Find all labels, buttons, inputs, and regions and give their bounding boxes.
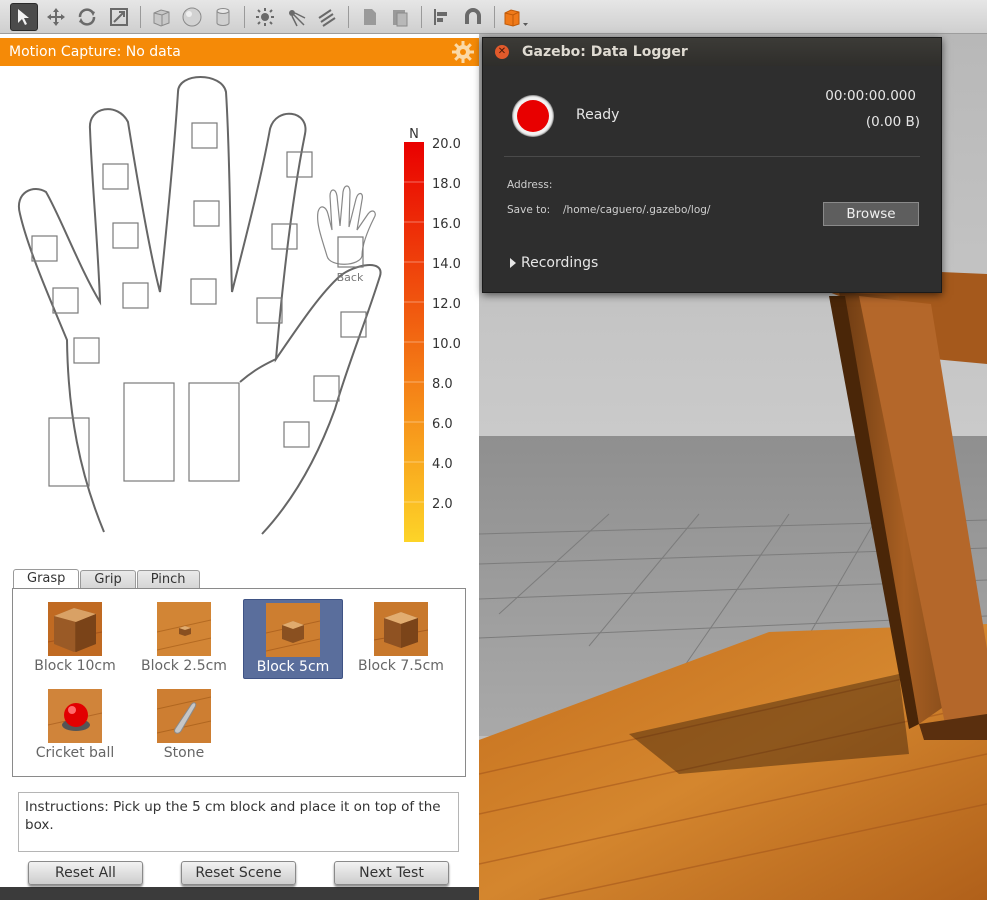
- dialog-title: Gazebo: Data Logger: [522, 44, 688, 60]
- object-label: Stone: [163, 745, 205, 761]
- elapsed-time: 00:00:00.000: [825, 88, 916, 104]
- address-label: Address:: [507, 179, 553, 191]
- object-label: Block 7.5cm: [358, 658, 444, 674]
- object-block-2-5cm[interactable]: Block 2.5cm: [134, 599, 234, 679]
- object-block-7-5cm[interactable]: Block 7.5cm: [351, 599, 451, 679]
- logger-status: Ready: [576, 107, 620, 123]
- block-thumbnail: [266, 603, 320, 657]
- close-icon[interactable]: ✕: [495, 45, 509, 59]
- box-icon[interactable]: [147, 3, 175, 31]
- reset-all-button[interactable]: Reset All: [28, 861, 143, 885]
- scale-tick-label: 14.0: [432, 257, 461, 272]
- save-to-label: Save to:: [507, 204, 551, 216]
- hand-outline: [17, 76, 382, 535]
- point-light-icon[interactable]: [251, 3, 279, 31]
- tab-pinch[interactable]: Pinch: [136, 570, 200, 589]
- object-label: Block 2.5cm: [141, 658, 227, 674]
- back-label: Back: [337, 271, 364, 284]
- record-button[interactable]: [512, 95, 554, 137]
- block-thumbnail: [157, 602, 211, 656]
- spot-light-icon[interactable]: [282, 3, 310, 31]
- browse-button[interactable]: Browse: [823, 202, 919, 226]
- divider: [504, 156, 920, 157]
- directional-light-icon[interactable]: [313, 3, 341, 31]
- object-label: Block 10cm: [34, 658, 116, 674]
- object-stone[interactable]: Stone: [134, 686, 234, 766]
- scale-icon[interactable]: [105, 3, 133, 31]
- tab-grip[interactable]: Grip: [80, 570, 136, 589]
- cylinder-icon[interactable]: [209, 3, 237, 31]
- motion-capture-panel: Motion Capture: No data Back N 20.0 18.0…: [0, 34, 479, 887]
- scale-tick-label: 6.0: [432, 417, 453, 432]
- select-arrow-icon[interactable]: [10, 3, 38, 31]
- next-test-button[interactable]: Next Test: [334, 861, 449, 885]
- object-block-5cm[interactable]: Block 5cm: [243, 599, 343, 679]
- stone-thumbnail: [157, 689, 211, 743]
- panel-header: Motion Capture: No data: [0, 38, 479, 66]
- cricket-ball-thumbnail: [48, 689, 102, 743]
- scale-tick-label: 10.0: [432, 337, 461, 352]
- scale-tick-label: 20.0: [432, 137, 461, 152]
- reset-scene-button[interactable]: Reset Scene: [181, 861, 296, 885]
- view-angle-icon[interactable]: [501, 3, 529, 31]
- gear-icon[interactable]: [451, 40, 475, 64]
- grasp-tabs: Grasp Grip Pinch: [13, 569, 201, 590]
- hand-diagram: Back N 20.0 18.0 16.0 14.0 12.0 10.0 8.0…: [17, 76, 461, 542]
- save-to-path: /home/caguero/.gazebo/log/: [563, 204, 711, 216]
- object-block-10cm[interactable]: Block 10cm: [25, 599, 125, 679]
- object-cricket-ball[interactable]: Cricket ball: [25, 686, 125, 766]
- recordings-toggle[interactable]: Recordings: [521, 255, 598, 271]
- dialog-title-bar: ✕ Gazebo: Data Logger: [483, 38, 941, 66]
- record-icon: [517, 100, 549, 132]
- block-thumbnail: [374, 602, 428, 656]
- copy-icon[interactable]: [355, 3, 383, 31]
- tab-grasp[interactable]: Grasp: [13, 569, 80, 590]
- align-icon[interactable]: [428, 3, 456, 31]
- back-hand-icon: [317, 185, 376, 265]
- scale-tick-label: 16.0: [432, 217, 461, 232]
- object-label: Cricket ball: [35, 745, 115, 761]
- snap-icon[interactable]: [459, 3, 487, 31]
- sphere-icon[interactable]: [178, 3, 206, 31]
- data-logger-dialog: ✕ Gazebo: Data Logger Ready 00:00:00.000…: [482, 37, 942, 293]
- scale-tick-label: 18.0: [432, 177, 461, 192]
- object-grid: Block 10cm Block 2.5cm Block 5cm Block 7…: [12, 588, 466, 777]
- block-thumbnail: [48, 602, 102, 656]
- rotate-icon[interactable]: [73, 3, 101, 31]
- scale-tick-label: 4.0: [432, 457, 453, 472]
- pressure-sensors: [31, 122, 367, 487]
- main-toolbar: [0, 0, 987, 34]
- translate-icon[interactable]: [42, 3, 70, 31]
- log-size: (0.00 B): [865, 114, 920, 130]
- scale-tick-label: 12.0: [432, 297, 461, 312]
- paste-icon[interactable]: [386, 3, 414, 31]
- panel-title: Motion Capture: No data: [9, 44, 181, 60]
- instructions-box: Instructions: Pick up the 5 cm block and…: [18, 792, 459, 852]
- expand-arrow-icon[interactable]: [510, 258, 516, 268]
- force-unit-label: N: [409, 127, 419, 142]
- scale-tick-label: 2.0: [432, 497, 453, 512]
- object-label: Block 5cm: [256, 659, 330, 675]
- scale-tick-label: 8.0: [432, 377, 453, 392]
